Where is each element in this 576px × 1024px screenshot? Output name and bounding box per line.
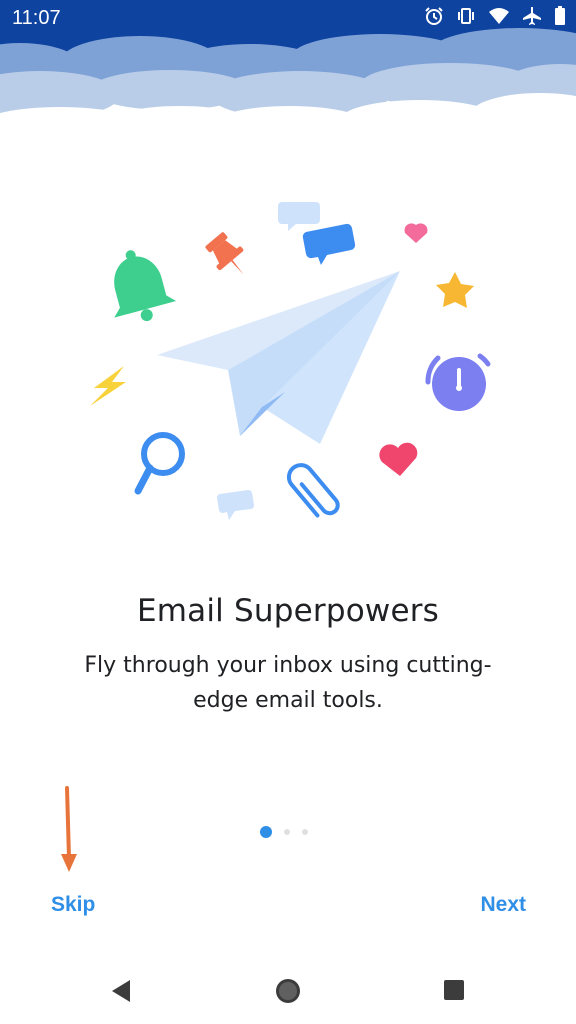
alarm-icon (425, 7, 443, 25)
lightning-icon (90, 366, 126, 406)
status-bar: 11:07 (0, 0, 576, 36)
navigation-bar (0, 960, 576, 1024)
heart-icon (404, 223, 428, 243)
paperclip-icon (286, 463, 340, 518)
alarm-clock-icon (425, 353, 491, 411)
onboarding-illustration (90, 202, 491, 520)
wifi-icon (489, 8, 509, 24)
magnifier-icon (134, 432, 185, 495)
star-icon (436, 272, 474, 308)
onboarding-title: Email Superpowers (136, 593, 440, 629)
recents-button[interactable] (442, 978, 466, 1002)
battery-icon (555, 6, 565, 25)
chat-bubble-icon (302, 223, 356, 265)
chat-bubble-icon (216, 489, 255, 520)
next-button[interactable]: Next (480, 893, 526, 917)
status-time: 11:07 (12, 7, 61, 29)
page-dot (284, 829, 290, 835)
annotation-arrow-icon (61, 786, 77, 872)
page-dot (302, 829, 308, 835)
bell-icon (114, 250, 177, 322)
home-button[interactable] (275, 978, 301, 1004)
pin-icon (205, 232, 244, 275)
onboarding-subtitle: Fly through your inbox using cutting-edg… (84, 653, 492, 713)
skip-button[interactable]: Skip (51, 893, 95, 917)
airplane-icon (523, 7, 541, 25)
page-dot-active (260, 826, 272, 838)
paper-plane-icon (157, 271, 400, 444)
back-button[interactable] (108, 978, 134, 1004)
heart-icon (379, 442, 418, 476)
status-icons (424, 6, 566, 26)
chat-bubble-icon (278, 202, 320, 231)
page-indicator (260, 826, 308, 838)
vibrate-icon (458, 8, 474, 24)
